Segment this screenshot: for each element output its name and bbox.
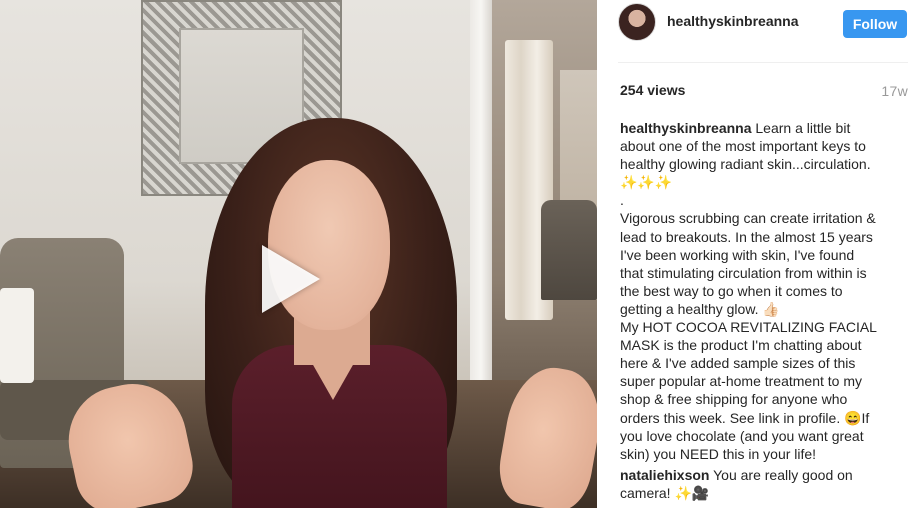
comment-text: You are really good on	[713, 466, 853, 483]
avatar[interactable]	[618, 3, 656, 41]
caption-line: orders this week. See link in profile. 😄…	[620, 409, 870, 426]
video-frame-pillow	[0, 288, 34, 383]
caption-username[interactable]: healthyskinbreanna	[620, 120, 752, 136]
post-header: healthyskinbreanna Follow	[597, 0, 923, 63]
caption-line: Learn a little bit	[755, 120, 851, 136]
caption-line: getting a healthy glow. 👍🏻	[620, 300, 780, 317]
caption: healthyskinbreanna Learn a little bit ab…	[620, 119, 910, 463]
caption-line: Vigorous scrubbing can create irritation…	[620, 210, 876, 227]
post-age[interactable]: 17w	[881, 83, 908, 99]
comments-list: healthyskinbreanna Learn a little bit ab…	[620, 119, 910, 505]
caption-line: super popular at-home treatment to my	[620, 373, 863, 390]
caption-line: My HOT COCOA REVITALIZING FACIAL	[620, 319, 877, 336]
video-frame-side-chair	[541, 200, 597, 300]
header-divider	[618, 62, 908, 63]
video-player[interactable]	[0, 0, 597, 508]
caption-line: skin) you NEED this in your life!	[620, 445, 817, 462]
comment: nataliehixson You are really good on cam…	[620, 466, 910, 502]
view-count: 254 views	[620, 82, 686, 98]
post-sidebar: healthyskinbreanna Follow 254 views 17w …	[597, 0, 923, 508]
caption-line: about one of the most important keys to	[620, 138, 866, 155]
caption-line: here & I've added sample sizes of this	[620, 355, 856, 372]
comment-username[interactable]: nataliehixson	[620, 467, 709, 483]
caption-line: shop & free shipping for anyone who	[620, 391, 848, 408]
instagram-post: healthyskinbreanna Follow 254 views 17w …	[0, 0, 923, 508]
play-icon[interactable]	[262, 245, 320, 313]
caption-line: you love chocolate (and you want great	[620, 427, 864, 444]
caption-line: lead to breakouts. In the almost 15 year…	[620, 228, 873, 245]
caption-line: the best way to go when it comes to	[620, 282, 843, 299]
caption-line: healthy glowing radiant skin...circulati…	[620, 156, 871, 173]
caption-line: MASK is the product I'm chatting about	[620, 337, 862, 354]
follow-button[interactable]: Follow	[843, 10, 907, 38]
caption-line: that stimulating circulation from within…	[620, 264, 867, 281]
caption-line: ✨✨✨	[620, 174, 673, 191]
caption-line: I've been working with skin, I've found	[620, 246, 855, 263]
header-username[interactable]: healthyskinbreanna	[667, 13, 799, 29]
caption-line: .	[620, 192, 624, 209]
comment-text: camera! ✨🎥	[620, 484, 710, 501]
